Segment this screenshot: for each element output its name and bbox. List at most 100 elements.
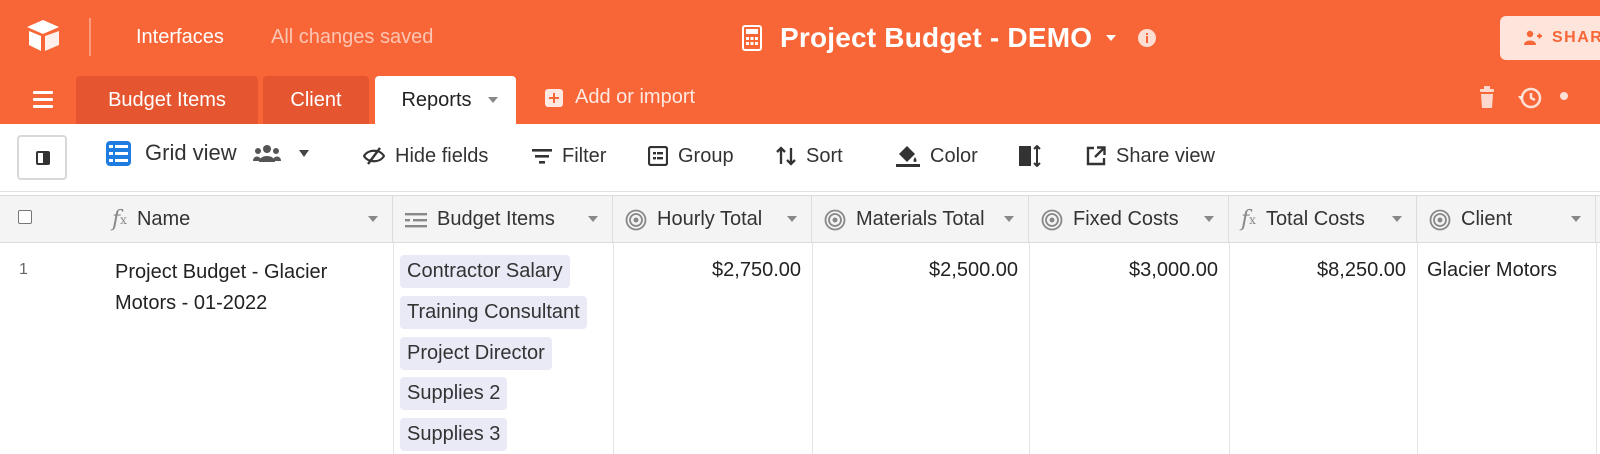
cell-hourly-total[interactable]: $2,750.00 [613, 259, 801, 282]
column-label: Hourly Total [657, 208, 763, 230]
row-height-icon [1019, 145, 1041, 167]
tab-reports[interactable]: Reports [375, 76, 516, 124]
share-view-button[interactable]: Share view [1086, 144, 1215, 168]
chevron-down-icon[interactable] [368, 216, 378, 222]
linked-record-chip[interactable]: Supplies 3 [400, 418, 508, 451]
column-label: Budget Items [437, 208, 555, 230]
column-header-total-costs[interactable]: fx Total Costs [1229, 196, 1417, 243]
cell-name[interactable]: Project Budget - Glacier Motors - 01-202… [115, 257, 365, 319]
share-button[interactable]: SHARE [1500, 16, 1600, 60]
tool-label: Share view [1116, 144, 1215, 167]
collaborators-icon [252, 145, 281, 162]
filter-button[interactable]: Filter [532, 144, 606, 168]
tool-label: Group [678, 144, 734, 167]
sort-button[interactable]: Sort [776, 144, 843, 168]
info-icon[interactable] [1138, 29, 1157, 47]
tab-client[interactable]: Client [263, 76, 369, 124]
tool-label: Filter [562, 144, 607, 167]
tab-label: Budget Items [108, 88, 226, 111]
trash-icon[interactable] [1478, 86, 1496, 110]
chevron-down-icon[interactable] [1004, 216, 1014, 222]
column-header-hourly-total[interactable]: Hourly Total [613, 196, 812, 243]
color-button[interactable]: Color [896, 144, 978, 168]
rollup-icon [824, 209, 846, 231]
column-label: Fixed Costs [1073, 208, 1179, 230]
column-header-materials-total[interactable]: Materials Total [812, 196, 1029, 243]
grid-view-icon [106, 140, 131, 166]
select-all-checkbox[interactable] [18, 210, 32, 224]
cell-client[interactable]: Glacier Motors [1427, 259, 1557, 282]
linked-record-chip[interactable]: Training Consultant [400, 296, 587, 329]
share-users-icon [1524, 30, 1542, 45]
cell-materials-total[interactable]: $2,500.00 [812, 259, 1018, 282]
column-divider [1596, 243, 1597, 454]
row-number: 1 [19, 261, 28, 278]
calculator-icon [742, 25, 762, 51]
column-header-client[interactable]: Client [1417, 196, 1596, 243]
grid-body: 1 Project Budget - Glacier Motors - 01-2… [0, 243, 1600, 454]
tab-budget-items[interactable]: Budget Items [76, 76, 258, 124]
linked-record-chip[interactable]: Contractor Salary [400, 255, 570, 288]
view-toolbar: Grid view Hide fields Filter Group Sort … [0, 124, 1600, 192]
column-header-name[interactable]: fx Name [100, 196, 393, 243]
cell-fixed-costs[interactable]: $3,000.00 [1029, 259, 1218, 282]
hide-fields-button[interactable]: Hide fields [363, 144, 488, 168]
linked-record-icon [405, 212, 427, 228]
view-switcher[interactable]: Grid view [106, 140, 309, 166]
column-label: Name [136, 208, 191, 230]
formula-icon: fx [112, 207, 127, 232]
tool-label: Hide fields [395, 144, 489, 167]
add-import-label: Add or import [575, 86, 696, 108]
sidebar-icon [36, 151, 50, 165]
filter-icon [532, 149, 552, 164]
grid-header: fx Name Budget Items Hourly Total Materi… [0, 195, 1600, 243]
plus-icon [545, 88, 563, 107]
chevron-down-icon[interactable] [298, 149, 309, 157]
sort-icon [776, 146, 796, 166]
formula-icon: fx [1241, 207, 1256, 232]
linked-record-chip[interactable]: Project Director [400, 337, 552, 370]
linked-record-chip[interactable]: Supplies 2 [400, 377, 508, 410]
rollup-icon [1041, 209, 1063, 231]
rollup-icon [625, 209, 647, 231]
tool-label: Sort [806, 144, 843, 167]
interfaces-link[interactable]: Interfaces [136, 26, 224, 49]
more-icon[interactable] [1560, 92, 1568, 100]
cell-total-costs[interactable]: $8,250.00 [1229, 259, 1406, 282]
tab-label: Reports [401, 88, 472, 111]
menu-icon[interactable] [33, 90, 53, 108]
column-label: Materials Total [856, 208, 985, 230]
chevron-down-icon[interactable] [1204, 216, 1214, 222]
tool-label: Color [930, 144, 978, 167]
column-divider [1417, 243, 1418, 454]
share-label: SHARE [1552, 29, 1600, 46]
chevron-down-icon[interactable] [787, 216, 797, 222]
base-title-button[interactable]: Project Budget - DEMO [742, 18, 1157, 58]
column-divider [393, 243, 394, 454]
color-bucket-icon [896, 146, 920, 167]
sidebar-toggle-button[interactable] [17, 135, 67, 180]
base-title: Project Budget - DEMO [780, 22, 1093, 53]
header-divider [89, 18, 91, 56]
save-status: All changes saved [271, 26, 434, 48]
history-icon[interactable] [1517, 86, 1543, 110]
chevron-down-icon[interactable] [1392, 216, 1402, 222]
rollup-icon [1429, 209, 1451, 231]
airtable-logo-icon[interactable] [24, 18, 62, 54]
row-height-button[interactable] [1018, 144, 1052, 168]
view-name: Grid view [145, 140, 237, 165]
chevron-down-icon[interactable] [1571, 216, 1581, 222]
add-or-import-button[interactable]: Add or import [545, 86, 695, 109]
group-icon [648, 146, 668, 166]
column-header-budget-items[interactable]: Budget Items [393, 196, 613, 243]
column-label: Total Costs [1265, 208, 1365, 230]
column-header-fixed-costs[interactable]: Fixed Costs [1029, 196, 1229, 243]
chevron-down-icon[interactable] [487, 97, 498, 103]
tab-label: Client [290, 88, 342, 111]
share-view-icon [1086, 146, 1106, 166]
group-button[interactable]: Group [648, 144, 734, 168]
app-header: Interfaces All changes saved Project Bud… [0, 0, 1600, 74]
table-tabs-bar: Budget Items Client Reports Add or impor… [0, 74, 1600, 124]
hide-fields-icon [363, 147, 385, 165]
chevron-down-icon[interactable] [588, 216, 598, 222]
